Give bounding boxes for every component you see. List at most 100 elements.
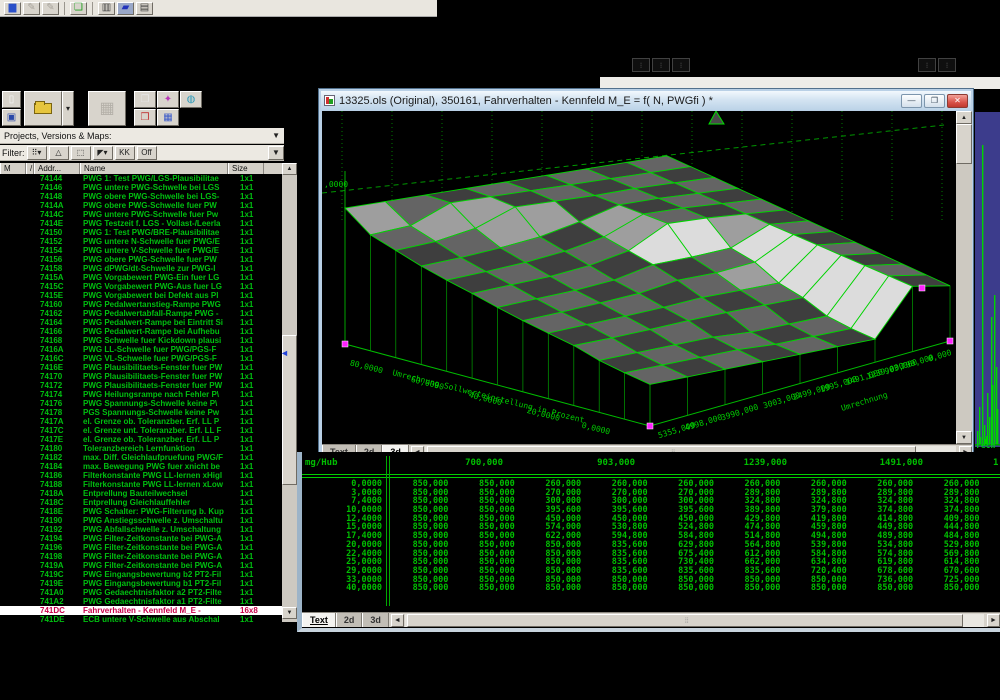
- map-list-row[interactable]: 741A2PWG Gedaechtnisfaktor a1 PT2-Filte1…: [0, 597, 282, 606]
- map-list-row[interactable]: 74174PWG Heilungsrampe nach Fehler P\1x1: [0, 390, 282, 399]
- map-list-row[interactable]: 7414EPWG Testzeit f. LGS - Vollast-/Leer…: [0, 219, 282, 228]
- edit-map-button[interactable]: ✦: [157, 91, 179, 108]
- map-list-row[interactable]: 7415CPWG Vorgabewert PWG-Aus fuer LG1x1: [0, 282, 282, 291]
- map-list-row[interactable]: 74144PWG 1: Test PWG/LGS-Plausibilitae1x…: [0, 174, 282, 183]
- map-list-row[interactable]: 74166PWG Pedalwert-Rampe bei Aufhebu1x1: [0, 327, 282, 336]
- close-button[interactable]: ✕: [947, 94, 968, 108]
- map-list-row[interactable]: 74194PWG Filter-Zeitkonstante bei PWG-A1…: [0, 534, 282, 543]
- map-list-scrollbar[interactable]: ▲ ◄ ▼: [282, 163, 297, 622]
- online-globe-button[interactable]: ◍: [180, 91, 202, 108]
- map-list-row[interactable]: 74172PWG Plausibilitaets-Fenster fuer PW…: [0, 381, 282, 390]
- map-list-row[interactable]: 74160PWG Pedalwertanstieg-Rampe PWG1x1: [0, 300, 282, 309]
- map-list-row[interactable]: 7415APWG Vorgabewert PWG-Ein fuer LG1x1: [0, 273, 282, 282]
- column-header-[interactable]: /: [26, 163, 34, 174]
- filter-sort-button[interactable]: △: [49, 146, 69, 160]
- column-header-size[interactable]: Size: [228, 163, 264, 174]
- map-list-row[interactable]: 74198PWG Filter-Zeitkonstante bei PWG-A1…: [0, 552, 282, 561]
- map-list-row[interactable]: 7417Cel. Grenze unt. Toleranzber. Erf. L…: [0, 426, 282, 435]
- tab-text[interactable]: Text: [302, 613, 336, 627]
- map-list-row[interactable]: 74178PGS Spannungs-Schwelle keine Pw1x1: [0, 408, 282, 417]
- map-list-row[interactable]: 7416EPWG Plausibilitaets-Fenster fuer PW…: [0, 363, 282, 372]
- filter-flag-button[interactable]: ◤▾: [93, 146, 113, 160]
- filter-preset-button[interactable]: ⠿▾: [27, 146, 47, 160]
- maximize-button[interactable]: ❐: [924, 94, 945, 108]
- map-list-row[interactable]: 7418EPWG Schalter: PWG-Filterung b. Kup1…: [0, 507, 282, 516]
- map-list-row[interactable]: 74150PWG 1: Test PWG/BRE-Plausibilitae1x…: [0, 228, 282, 237]
- map-list-row[interactable]: 74168PWG Schwelle fuer Kickdown plausi1x…: [0, 336, 282, 345]
- map-list-row[interactable]: 74182max. Diff. Gleichlaufpruefung PWG/F…: [0, 453, 282, 462]
- map-list-row[interactable]: 741DEECB untere V-Schwelle aus Abschal1x…: [0, 615, 282, 623]
- map-list-button[interactable]: ▦: [157, 109, 179, 126]
- edit-pencil-disabled2-icon[interactable]: ✎: [42, 2, 59, 15]
- map-list-row[interactable]: 7416CPWG VL-Schwelle fuer PWG/PGS-F1x1: [0, 354, 282, 363]
- map-value-cell[interactable]: 850,000: [913, 584, 979, 593]
- scrollbar-thumb[interactable]: ⁞⁞: [407, 614, 963, 627]
- plot-vertical-scrollbar[interactable]: ▲ ▼: [956, 111, 972, 444]
- version-compare-icon[interactable]: ❏: [70, 2, 87, 15]
- minimize-button[interactable]: —: [901, 94, 922, 108]
- filter-area-button[interactable]: ⬚: [71, 146, 91, 160]
- map-list-row[interactable]: 74196PWG Filter-Zeitkonstante bei PWG-A1…: [0, 543, 282, 552]
- map-list-header[interactable]: M/Addr...NameSize: [0, 163, 282, 174]
- filter-off-button[interactable]: Off: [137, 146, 157, 160]
- map-list-row[interactable]: 7419EPWG Eingangsbewertung b1 PT2-Fil1x1: [0, 579, 282, 588]
- table-row[interactable]: 40,0000850,000850,000850,000850,000850,0…: [302, 584, 1000, 593]
- tab-scroll-left-icon[interactable]: ◄: [391, 614, 404, 627]
- scroll-up-icon[interactable]: ▲: [282, 163, 297, 175]
- column-header-name[interactable]: Name: [80, 163, 228, 174]
- map-list-row[interactable]: 74188Filterkonstante PWG LL-lernen xLow1…: [0, 480, 282, 489]
- open-dropdown-button[interactable]: ▾: [62, 91, 74, 126]
- map-list-row[interactable]: 74186Filterkonstante PWG LL-lernen xHigl…: [0, 471, 282, 480]
- map-value-cell[interactable]: 850,000: [581, 584, 647, 593]
- 3d-view-icon[interactable]: ▤: [136, 2, 153, 15]
- scroll-up-icon[interactable]: ▲: [956, 111, 972, 124]
- map-list-row[interactable]: 7419CPWG Eingangsbewertung b2 PT2-Fil1x1: [0, 570, 282, 579]
- window-titlebar[interactable]: 13325.ols (Original), 350161, Fahrverhal…: [321, 91, 971, 110]
- map-list-row[interactable]: 74192PWG Abfallschwelle z. Umschaltung1x…: [0, 525, 282, 534]
- map-list-row[interactable]: 74162PWG Pedalwertabfall-Rampe PWG -1x1: [0, 309, 282, 318]
- map-value-cell[interactable]: 850,000: [780, 584, 846, 593]
- column-header-addr[interactable]: Addr...: [34, 163, 80, 174]
- filter-dropdown-button[interactable]: ▼: [268, 146, 284, 160]
- map-value-cell[interactable]: 850,000: [648, 584, 714, 593]
- projects-versions-maps-dropdown[interactable]: Projects, Versions & Maps: ▼: [0, 128, 284, 144]
- import-button-disabled[interactable]: ▦: [88, 91, 126, 126]
- map-list-row[interactable]: 74156PWG obere PWG-Schwelle fuer PW1x1: [0, 255, 282, 264]
- map-list-row[interactable]: 7418AEntprellung Bauteilwechsel1x1: [0, 489, 282, 498]
- 3d-surface-plot[interactable]: ,000080,000060,000040,000020,00000,0000U…: [322, 111, 956, 444]
- filter-kk-button[interactable]: KK: [115, 146, 135, 160]
- scroll-down-icon[interactable]: ▼: [956, 431, 972, 444]
- map-list-row[interactable]: 741A0PWG Gedaechtnisfaktor a2 PT2-Filte1…: [0, 588, 282, 597]
- map-value-cell[interactable]: 850,000: [714, 584, 780, 593]
- text-view-icon[interactable]: ▥: [98, 2, 115, 15]
- scroll-down-icon[interactable]: ▼: [282, 607, 297, 619]
- tab-scroll-right-icon[interactable]: ►: [987, 614, 1000, 627]
- map-list-row[interactable]: 7417Ael. Grenze ob. Toleranzber. Erf. LL…: [0, 417, 282, 426]
- map-list-row[interactable]: 74170PWG Plausibilitaets-Fenster fuer PW…: [0, 372, 282, 381]
- map-list-row[interactable]: 7414CPWG untere PWG-Schwelle fuer Pw1x1: [0, 210, 282, 219]
- map-list-row[interactable]: 74148PWG obere PWG-Schwelle bei LGS-1x1: [0, 192, 282, 201]
- tab-2d[interactable]: 2d: [336, 613, 363, 627]
- map-value-cell[interactable]: 850,000: [515, 584, 581, 593]
- map-list-row[interactable]: 7414APWG obere PWG-Schwelle fuer PW1x1: [0, 201, 282, 210]
- insert-map-button[interactable]: ❒: [134, 109, 156, 126]
- map-list-row[interactable]: 7418CEntprellung Gleichlauffehler1x1: [0, 498, 282, 507]
- map-list-row[interactable]: 74184max. Bewegung PWG fuer xnicht be1x1: [0, 462, 282, 471]
- map-list-row[interactable]: 7419APWG Filter-Zeitkonstante bei PWG-A1…: [0, 561, 282, 570]
- map-list-row[interactable]: 74158PWG dPWG/dt-Schwelle zur PWG-I1x1: [0, 264, 282, 273]
- map-value-cell[interactable]: 850,000: [448, 584, 514, 593]
- chevron-down-icon[interactable]: ▼: [272, 131, 280, 140]
- copy-window-button[interactable]: ❐: [134, 91, 156, 108]
- edit-pencil-disabled-icon[interactable]: ✎: [23, 2, 40, 15]
- column-header-m[interactable]: M: [0, 163, 26, 174]
- map-list-row[interactable]: 7416APWG LL-Schwelle fuer PWG/PGS-F1x1: [0, 345, 282, 354]
- map-list-row[interactable]: 74190PWG Anstiegsschwelle z. Umschaltu1x…: [0, 516, 282, 525]
- map-list-row[interactable]: 74152PWG untere N-Schwelle fuer PWG/E1x1: [0, 237, 282, 246]
- open-button[interactable]: [24, 91, 62, 126]
- map-list-row-selected[interactable]: 741DCFahrverhalten - Kennfeld M_E -16x8: [0, 606, 282, 615]
- map-value-table[interactable]: 0,0000850,000850,000260,000260,000260,00…: [302, 480, 1000, 593]
- map-list-row[interactable]: 74180Toleranzbereich Lernfunktion1x1: [0, 444, 282, 453]
- tab-3d[interactable]: 3d: [362, 613, 389, 627]
- map-list-row[interactable]: 74176PWG Spannungs-Schwelle keine P\1x1: [0, 399, 282, 408]
- map-list-row[interactable]: 7417Eel. Grenze ob. Toleranzber. Erf. LL…: [0, 435, 282, 444]
